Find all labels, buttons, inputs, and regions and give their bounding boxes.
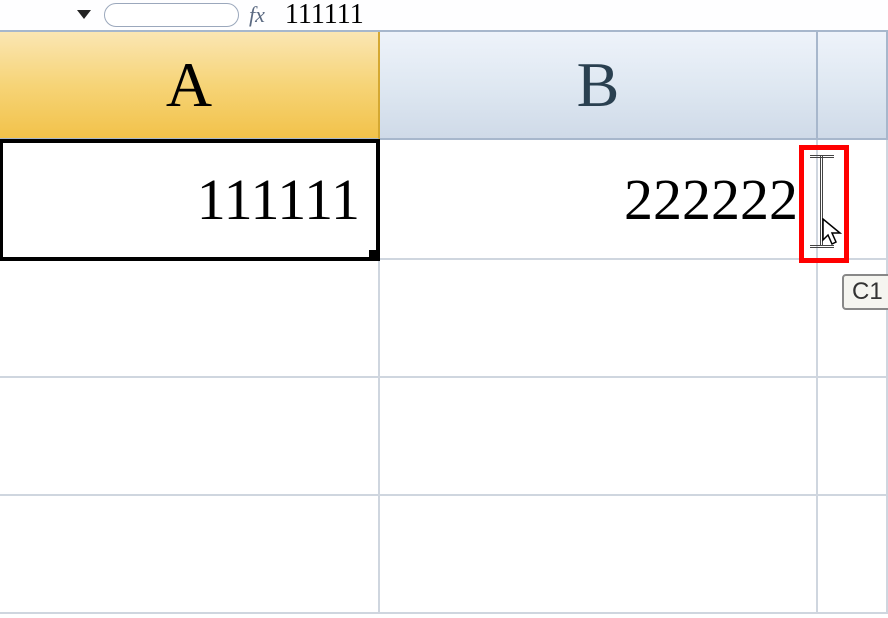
cell-a3[interactable] [0,378,380,496]
cell-a2[interactable] [0,260,380,378]
row-2 [0,260,888,378]
cell-b1[interactable]: 222222 [380,140,818,260]
cell-a4[interactable] [0,496,380,614]
cell-b2[interactable] [380,260,818,378]
cell-b4[interactable] [380,496,818,614]
row-4 [0,496,888,614]
name-box[interactable] [104,3,239,27]
formula-input[interactable]: 111111 [279,0,888,31]
formula-bar: fx 111111 [0,0,888,32]
spreadsheet-grid: A B 111111 222222 [0,32,888,614]
cell-c4[interactable] [818,496,888,614]
cell-reference-tooltip: C1 [842,274,888,310]
cell-c1[interactable] [818,140,888,260]
name-box-dropdown-icon[interactable] [70,3,98,27]
row-3 [0,378,888,496]
cell-a1[interactable]: 111111 [0,140,380,260]
cell-b3[interactable] [380,378,818,496]
fx-icon[interactable]: fx [245,2,279,28]
row-1: 111111 222222 [0,140,888,260]
column-header-a[interactable]: A [0,32,380,140]
column-header-row: A B [0,32,888,140]
column-header-b[interactable]: B [380,32,818,140]
cell-c3[interactable] [818,378,888,496]
column-header-c[interactable] [818,32,888,140]
